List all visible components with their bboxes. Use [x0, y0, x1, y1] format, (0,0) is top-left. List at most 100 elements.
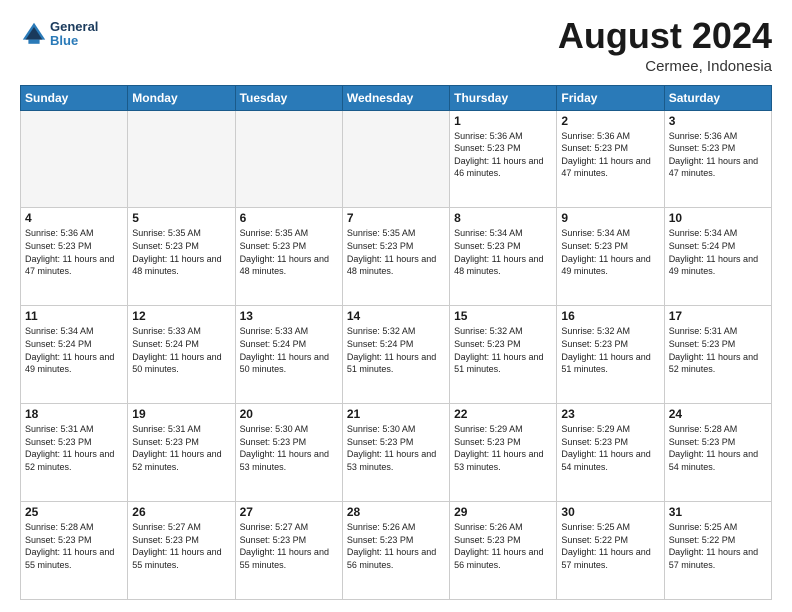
sunset-time: 5:24 PM: [380, 339, 414, 349]
table-row: 4 Sunrise: 5:36 AM Sunset: 5:23 PM Dayli…: [21, 208, 128, 306]
sunrise-time: 5:34 AM: [490, 228, 523, 238]
table-row: 12 Sunrise: 5:33 AM Sunset: 5:24 PM Dayl…: [128, 306, 235, 404]
header: General Blue August 2024 Cermee, Indones…: [20, 16, 772, 75]
header-monday: Monday: [128, 85, 235, 110]
day-number: 21: [347, 407, 445, 421]
sunset-time: 5:23 PM: [58, 437, 92, 447]
daylight-label: Daylight: 11 hours and 56 minutes.: [454, 547, 543, 570]
sunrise-time: 5:35 AM: [382, 228, 415, 238]
day-info: Sunrise: 5:28 AM Sunset: 5:23 PM Dayligh…: [25, 521, 123, 571]
day-number: 16: [561, 309, 659, 323]
day-info: Sunrise: 5:35 AM Sunset: 5:23 PM Dayligh…: [347, 227, 445, 277]
daylight-label: Daylight: 11 hours and 54 minutes.: [669, 449, 758, 472]
table-row: 2 Sunrise: 5:36 AM Sunset: 5:23 PM Dayli…: [557, 110, 664, 208]
daylight-label: Daylight: 11 hours and 57 minutes.: [669, 547, 758, 570]
table-row: 29 Sunrise: 5:26 AM Sunset: 5:23 PM Dayl…: [450, 502, 557, 600]
sunrise-time: 5:32 AM: [490, 326, 523, 336]
sunrise-time: 5:27 AM: [275, 522, 308, 532]
day-info: Sunrise: 5:34 AM Sunset: 5:23 PM Dayligh…: [454, 227, 552, 277]
sunset-time: 5:24 PM: [165, 339, 199, 349]
day-info: Sunrise: 5:35 AM Sunset: 5:23 PM Dayligh…: [240, 227, 338, 277]
daylight-label: Daylight: 11 hours and 51 minutes.: [454, 352, 543, 375]
table-row: 24 Sunrise: 5:28 AM Sunset: 5:23 PM Dayl…: [664, 404, 771, 502]
table-row: 16 Sunrise: 5:32 AM Sunset: 5:23 PM Dayl…: [557, 306, 664, 404]
daylight-label: Daylight: 11 hours and 52 minutes.: [25, 449, 114, 472]
page: General Blue August 2024 Cermee, Indones…: [0, 0, 792, 612]
daylight-label: Daylight: 11 hours and 53 minutes.: [454, 449, 543, 472]
day-info: Sunrise: 5:32 AM Sunset: 5:24 PM Dayligh…: [347, 325, 445, 375]
table-row: 30 Sunrise: 5:25 AM Sunset: 5:22 PM Dayl…: [557, 502, 664, 600]
table-row: 26 Sunrise: 5:27 AM Sunset: 5:23 PM Dayl…: [128, 502, 235, 600]
sunset-time: 5:24 PM: [702, 241, 736, 251]
sunset-label: Sunset:: [561, 339, 594, 349]
day-number: 31: [669, 505, 767, 519]
day-info: Sunrise: 5:35 AM Sunset: 5:23 PM Dayligh…: [132, 227, 230, 277]
day-info: Sunrise: 5:30 AM Sunset: 5:23 PM Dayligh…: [240, 423, 338, 473]
sunrise-label: Sunrise:: [669, 131, 705, 141]
day-number: 7: [347, 211, 445, 225]
sunrise-label: Sunrise:: [347, 326, 383, 336]
sunrise-time: 5:28 AM: [61, 522, 94, 532]
sunrise-time: 5:28 AM: [704, 424, 737, 434]
day-info: Sunrise: 5:34 AM Sunset: 5:23 PM Dayligh…: [561, 227, 659, 277]
table-row: [128, 110, 235, 208]
day-number: 13: [240, 309, 338, 323]
table-row: 17 Sunrise: 5:31 AM Sunset: 5:23 PM Dayl…: [664, 306, 771, 404]
daylight-label: Daylight: 11 hours and 53 minutes.: [347, 449, 436, 472]
table-row: 11 Sunrise: 5:34 AM Sunset: 5:24 PM Dayl…: [21, 306, 128, 404]
daylight-label: Daylight: 11 hours and 53 minutes.: [240, 449, 329, 472]
sunset-label: Sunset:: [132, 339, 165, 349]
daylight-label: Daylight: 11 hours and 48 minutes.: [347, 254, 436, 277]
table-row: 22 Sunrise: 5:29 AM Sunset: 5:23 PM Dayl…: [450, 404, 557, 502]
sunrise-time: 5:26 AM: [382, 522, 415, 532]
sunrise-time: 5:30 AM: [382, 424, 415, 434]
sunset-time: 5:23 PM: [702, 143, 736, 153]
daylight-label: Daylight: 11 hours and 48 minutes.: [240, 254, 329, 277]
day-info: Sunrise: 5:36 AM Sunset: 5:23 PM Dayligh…: [454, 130, 552, 180]
sunrise-label: Sunrise:: [669, 522, 705, 532]
daylight-label: Daylight: 11 hours and 47 minutes.: [669, 156, 758, 179]
day-number: 4: [25, 211, 123, 225]
daylight-label: Daylight: 11 hours and 49 minutes.: [561, 254, 650, 277]
sunrise-time: 5:26 AM: [490, 522, 523, 532]
sunrise-time: 5:32 AM: [597, 326, 630, 336]
sunset-label: Sunset:: [454, 437, 487, 447]
sunset-time: 5:23 PM: [487, 535, 521, 545]
daylight-label: Daylight: 11 hours and 52 minutes.: [132, 449, 221, 472]
day-number: 6: [240, 211, 338, 225]
table-row: 7 Sunrise: 5:35 AM Sunset: 5:23 PM Dayli…: [342, 208, 449, 306]
day-number: 11: [25, 309, 123, 323]
day-number: 8: [454, 211, 552, 225]
header-friday: Friday: [557, 85, 664, 110]
calendar-week-row: 18 Sunrise: 5:31 AM Sunset: 5:23 PM Dayl…: [21, 404, 772, 502]
sunrise-label: Sunrise:: [669, 228, 705, 238]
day-info: Sunrise: 5:28 AM Sunset: 5:23 PM Dayligh…: [669, 423, 767, 473]
day-number: 2: [561, 114, 659, 128]
day-number: 27: [240, 505, 338, 519]
calendar-week-row: 4 Sunrise: 5:36 AM Sunset: 5:23 PM Dayli…: [21, 208, 772, 306]
sunset-time: 5:23 PM: [165, 241, 199, 251]
sunset-label: Sunset:: [454, 143, 487, 153]
sunrise-time: 5:36 AM: [490, 131, 523, 141]
table-row: 14 Sunrise: 5:32 AM Sunset: 5:24 PM Dayl…: [342, 306, 449, 404]
daylight-label: Daylight: 11 hours and 56 minutes.: [347, 547, 436, 570]
sunset-label: Sunset:: [132, 437, 165, 447]
sunrise-time: 5:25 AM: [704, 522, 737, 532]
sunset-label: Sunset:: [454, 241, 487, 251]
month-title: August 2024: [558, 16, 772, 56]
sunset-label: Sunset:: [561, 535, 594, 545]
location: Cermee, Indonesia: [558, 58, 772, 75]
sunset-time: 5:23 PM: [273, 437, 307, 447]
day-info: Sunrise: 5:25 AM Sunset: 5:22 PM Dayligh…: [669, 521, 767, 571]
sunset-label: Sunset:: [25, 339, 58, 349]
day-info: Sunrise: 5:33 AM Sunset: 5:24 PM Dayligh…: [240, 325, 338, 375]
sunset-time: 5:22 PM: [702, 535, 736, 545]
day-info: Sunrise: 5:31 AM Sunset: 5:23 PM Dayligh…: [132, 423, 230, 473]
daylight-label: Daylight: 11 hours and 49 minutes.: [669, 254, 758, 277]
day-info: Sunrise: 5:25 AM Sunset: 5:22 PM Dayligh…: [561, 521, 659, 571]
table-row: 25 Sunrise: 5:28 AM Sunset: 5:23 PM Dayl…: [21, 502, 128, 600]
sunset-time: 5:23 PM: [273, 535, 307, 545]
sunrise-label: Sunrise:: [240, 424, 276, 434]
day-number: 9: [561, 211, 659, 225]
sunrise-label: Sunrise:: [240, 522, 276, 532]
